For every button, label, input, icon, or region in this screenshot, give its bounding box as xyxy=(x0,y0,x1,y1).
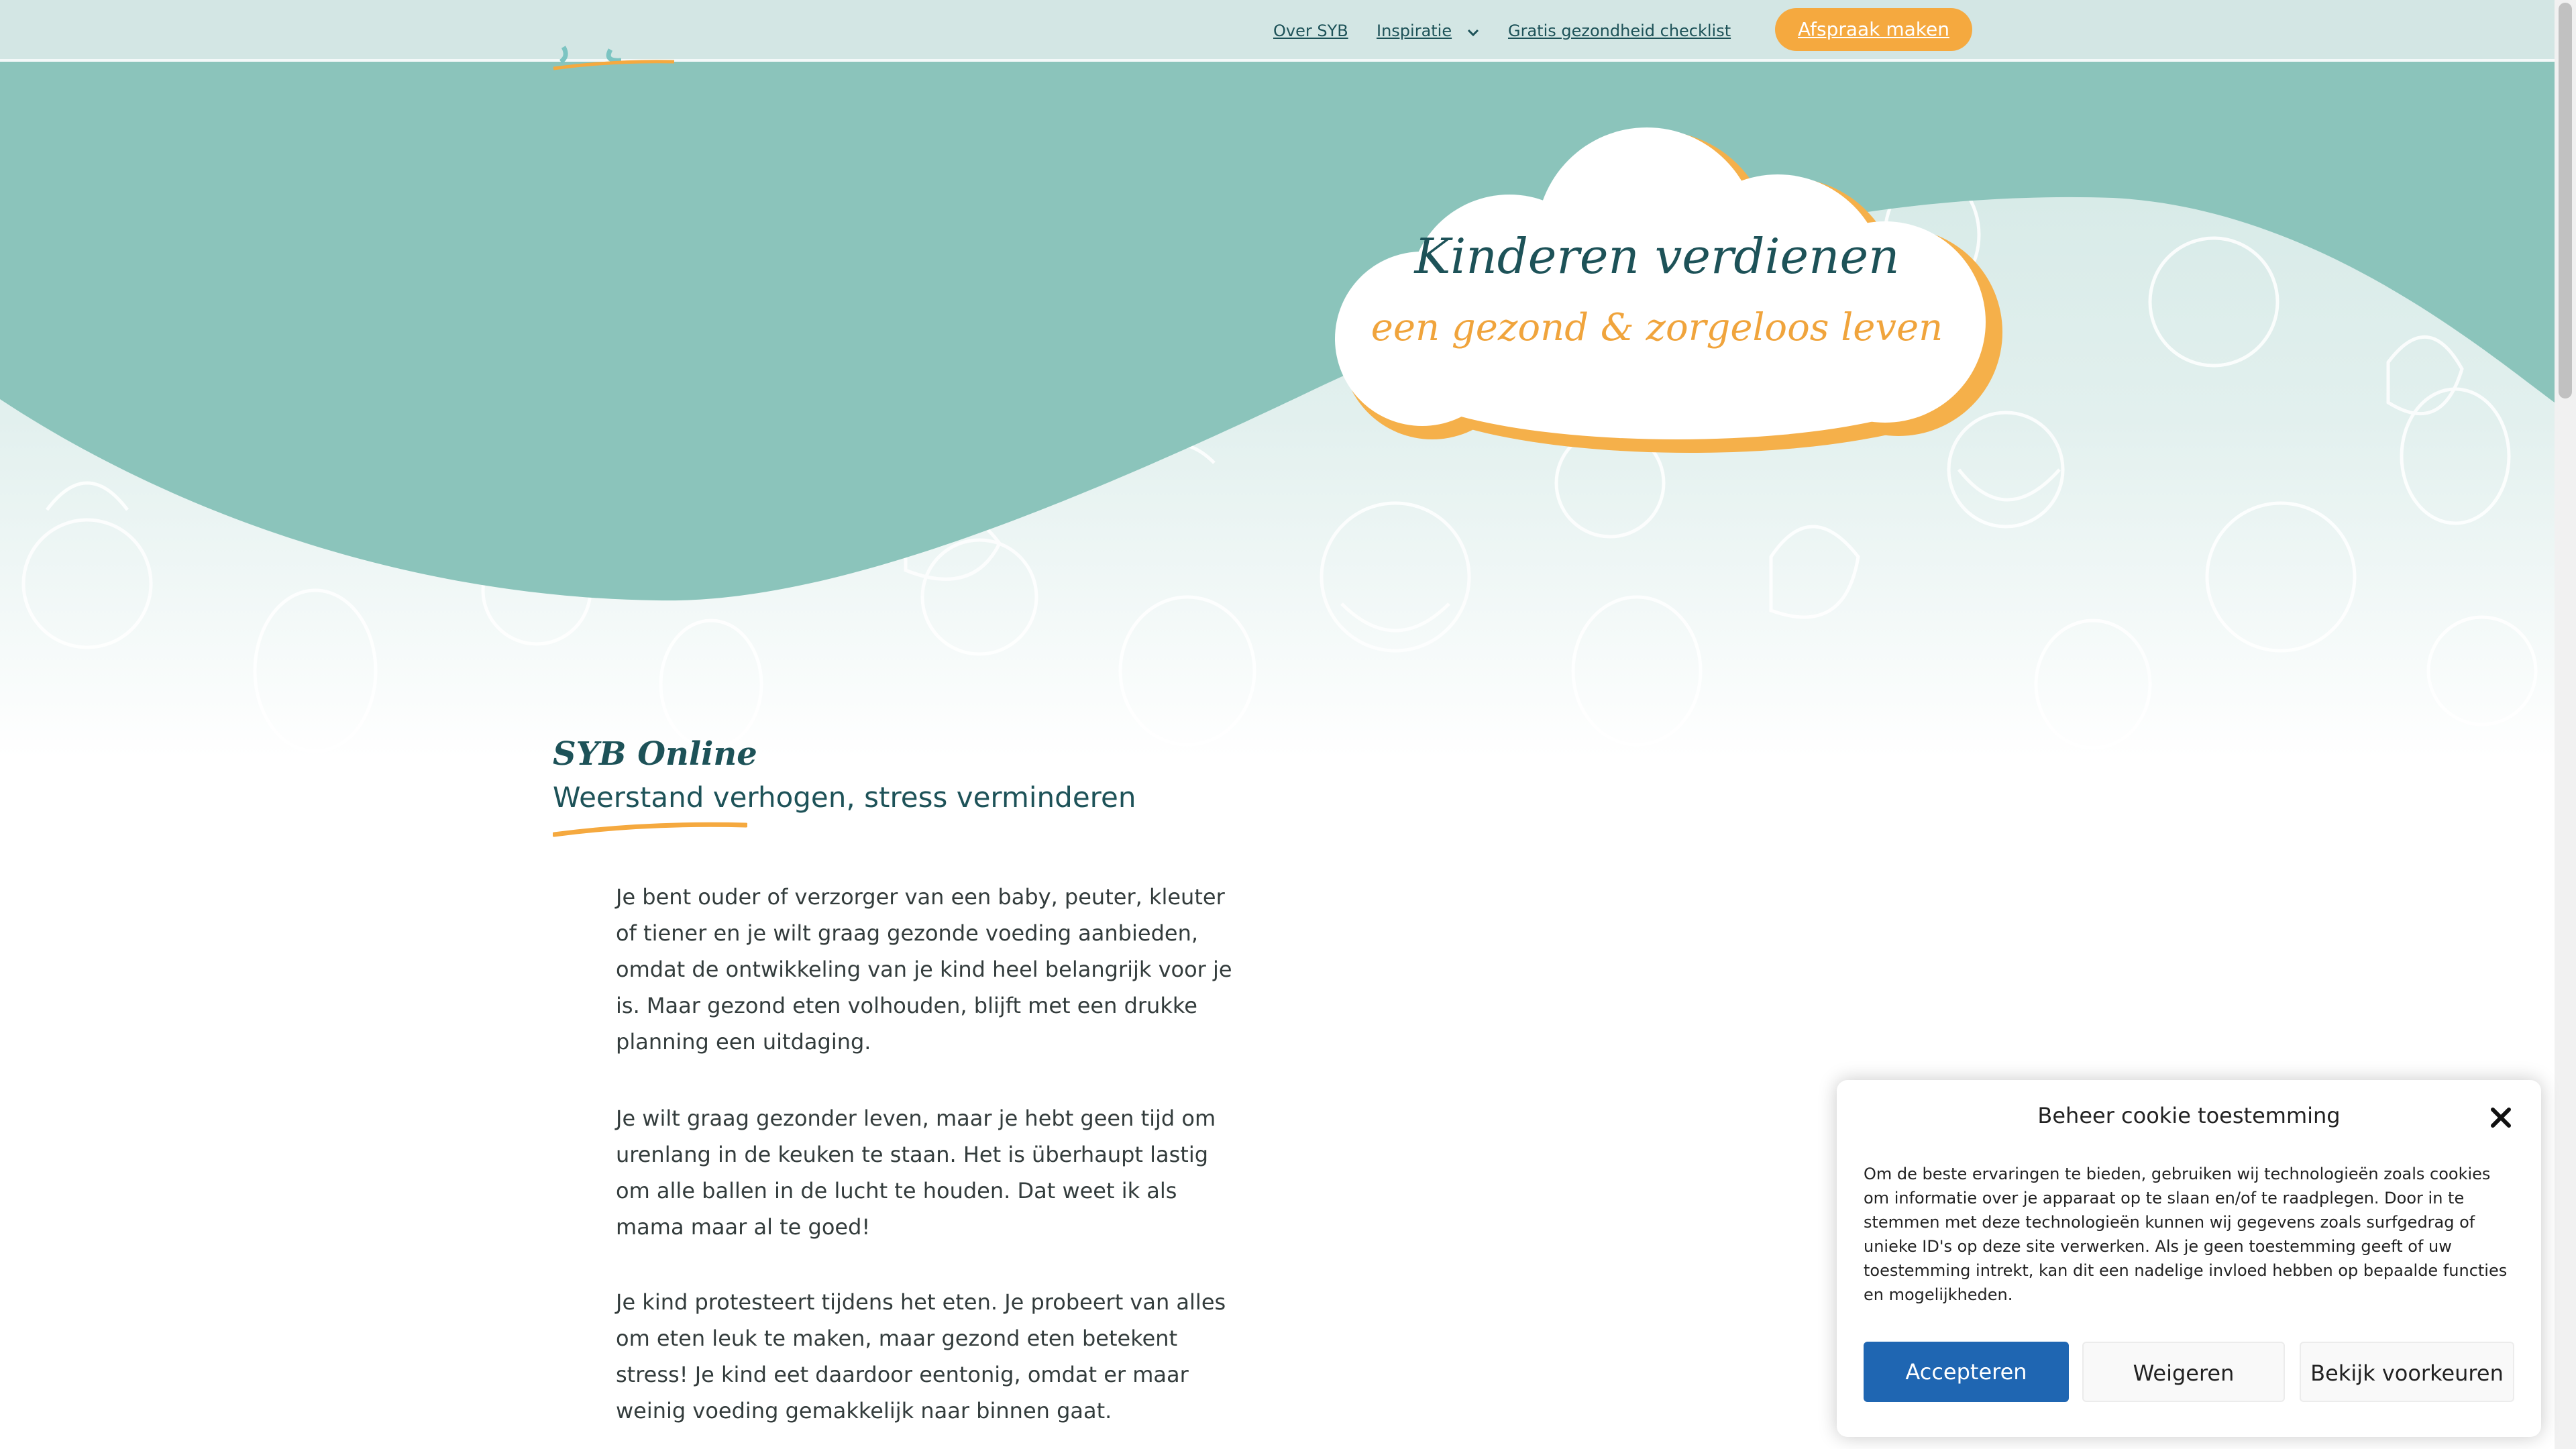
nav-gratis-checklist[interactable]: Gratis gezondheid checklist xyxy=(1508,19,1731,43)
nav-inspiratie[interactable]: Inspiratie xyxy=(1377,19,1452,43)
site-header: Over SYB Inspiratie Gratis gezondheid ch… xyxy=(0,0,2555,70)
scrollbar-thumb[interactable] xyxy=(2559,3,2572,398)
hero-subtitle: een gezond & zorgeloos leven xyxy=(1371,306,1943,350)
cookie-title: Beheer cookie toestemming xyxy=(2037,1103,2341,1128)
hero-background xyxy=(0,0,2576,758)
section-title: SYB Online xyxy=(553,735,757,773)
hero-cloud xyxy=(1335,127,2002,453)
close-icon[interactable] xyxy=(2487,1104,2514,1131)
hero-title: Kinderen verdienen xyxy=(1414,228,1900,284)
accept-button[interactable]: Accepteren xyxy=(1864,1342,2069,1402)
deny-button[interactable]: Weigeren xyxy=(2082,1342,2285,1402)
intro-paragraph-2: Je wilt graag gezonder leven, maar je he… xyxy=(616,1106,1216,1240)
chevron-down-icon[interactable] xyxy=(1465,24,1481,40)
intro-paragraph-3: Je kind protesteert tijdens het eten. Je… xyxy=(616,1289,1226,1424)
cookie-consent-panel: Beheer cookie toestemming Om de beste er… xyxy=(1837,1080,2541,1437)
title-underline xyxy=(553,822,747,837)
cookie-description: Om de beste ervaringen te bieden, gebrui… xyxy=(1864,1165,2508,1304)
logo[interactable] xyxy=(550,40,678,74)
nav-over-syb[interactable]: Over SYB xyxy=(1273,19,1348,43)
view-preferences-button[interactable]: Bekijk voorkeuren xyxy=(2300,1342,2514,1402)
afspraak-maken-button[interactable]: Afspraak maken xyxy=(1775,8,1972,51)
page-scrollbar[interactable] xyxy=(2555,0,2576,1449)
section-subtitle: Weerstand verhogen, stress verminderen xyxy=(553,781,1136,814)
intro-paragraph-1: Je bent ouder of verzorger van een baby,… xyxy=(616,884,1232,1055)
